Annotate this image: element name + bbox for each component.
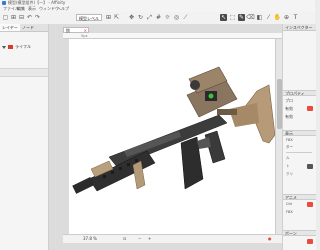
property-item: 有効 xyxy=(285,114,293,119)
scale-icon[interactable]: ⤢ xyxy=(146,14,153,21)
redo-icon[interactable]: ↷ xyxy=(34,14,41,21)
property-label: FBX xyxy=(286,210,293,214)
zoom-level[interactable]: 37.8 % xyxy=(83,236,97,241)
property-label: ト xyxy=(286,164,290,168)
eyedropper-icon[interactable]: ⁄ xyxy=(265,14,272,21)
layout-icon[interactable]: ⊞ xyxy=(105,14,112,21)
open-icon[interactable]: ⊞ xyxy=(10,14,17,21)
property-item: プロ xyxy=(285,98,293,103)
add-icon[interactable] xyxy=(307,239,313,244)
fill-icon[interactable]: ◧ xyxy=(256,14,263,21)
save-icon[interactable]: ⊟ xyxy=(18,14,25,21)
property-label: FBX xyxy=(286,138,293,142)
zoom-out-icon[interactable]: − xyxy=(138,236,141,241)
expand-icon[interactable]: ⇱ xyxy=(113,14,120,21)
canvas[interactable] xyxy=(69,39,282,234)
inspector-panel: インスペクター プロパティ プロ 有効 有効 表示 FBX ター ル ト クリ … xyxy=(282,24,316,250)
document-info: 5px xyxy=(81,34,88,38)
viewport-status-bar: 37.8 % ⊡ − + ● xyxy=(63,234,282,243)
rifle-model-image xyxy=(72,66,276,194)
panel-tabs: レイヤー ノード xyxy=(0,24,48,32)
tab-layers[interactable]: レイヤー xyxy=(0,24,20,31)
new-icon[interactable]: ▢ xyxy=(2,14,9,21)
folder-icon xyxy=(8,45,13,49)
zoom-icon[interactable]: ⊕ xyxy=(283,14,290,21)
toggle-icon[interactable] xyxy=(307,106,313,111)
rotate-icon[interactable]: ↻ xyxy=(137,14,144,21)
undo-icon[interactable]: ↶ xyxy=(26,14,33,21)
record-icon[interactable]: ● xyxy=(268,236,272,241)
panel-divider xyxy=(0,68,48,77)
property-label: ル xyxy=(286,156,290,160)
hand-icon[interactable]: ✋ xyxy=(274,14,281,21)
select-tool-icon[interactable]: ↖ xyxy=(220,14,227,21)
section-display[interactable]: 表示 xyxy=(283,130,316,136)
section-properties[interactable]: プロパティ xyxy=(283,90,316,96)
property-label: クリ xyxy=(286,172,293,176)
section-bones[interactable]: ボーン xyxy=(283,230,316,236)
move-icon[interactable]: ✥ xyxy=(128,14,135,21)
rect-select-icon[interactable]: ⬚ xyxy=(229,14,236,21)
property-label: ター xyxy=(286,145,293,149)
section-animation[interactable]: アニメ xyxy=(283,194,316,200)
chevron-down-icon[interactable] xyxy=(2,45,6,49)
viewport[interactable]: 銃 × 5px 37.8 % ⊡ − + ● xyxy=(49,24,283,250)
text-icon[interactable]: T xyxy=(292,14,299,21)
property-item: 有効 xyxy=(285,106,293,111)
pen-tool-icon[interactable]: ✎ xyxy=(238,14,245,21)
layers-panel: レイヤー ノード ライフル xyxy=(0,24,49,250)
zoom-in-icon[interactable]: + xyxy=(148,236,151,241)
tab-nodes[interactable]: ノード xyxy=(20,24,36,31)
toggle-icon[interactable] xyxy=(307,202,313,207)
view-select[interactable]: 模型レベル xyxy=(76,14,102,21)
bone-icon[interactable]: ⟋ xyxy=(182,14,189,21)
slider-knob-icon[interactable] xyxy=(307,164,313,169)
light-icon[interactable]: ☼ xyxy=(164,14,171,21)
tree-item-label: ライフル xyxy=(15,44,31,49)
tree-item-rifle[interactable]: ライフル xyxy=(2,44,31,50)
inspector-header: インスペクター xyxy=(283,24,316,31)
app-icon xyxy=(2,1,6,5)
eraser-icon[interactable]: ⌫ xyxy=(246,14,254,21)
camera-icon[interactable]: ◎ xyxy=(173,14,180,21)
fit-icon[interactable]: ⊡ xyxy=(123,236,126,241)
property-label: Ctrl xyxy=(286,202,293,206)
grid-icon[interactable]: # xyxy=(155,14,162,21)
divider xyxy=(286,152,312,153)
